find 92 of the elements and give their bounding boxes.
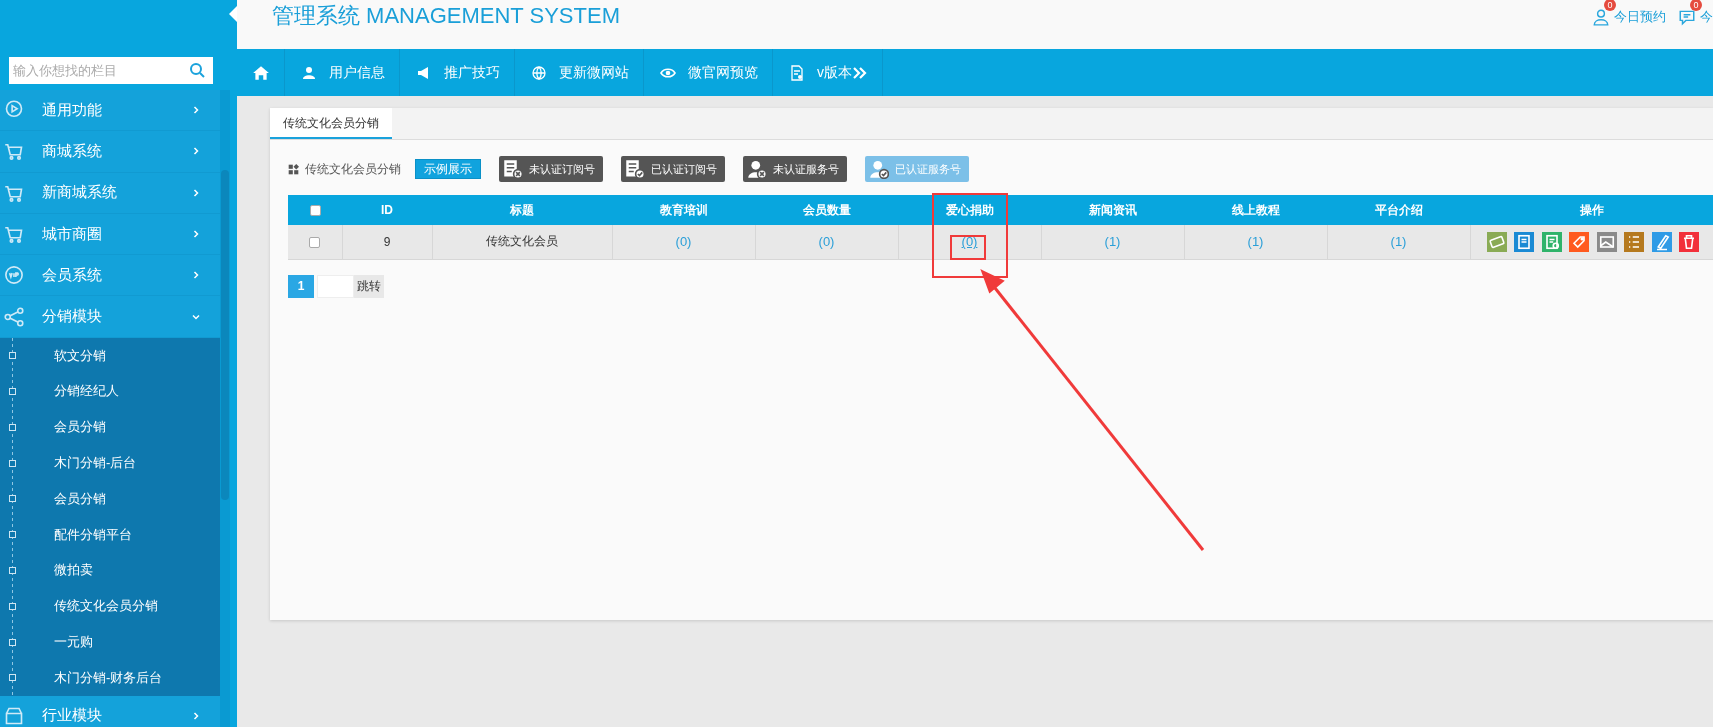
tree-node-icon: [9, 674, 16, 682]
checkbox[interactable]: [309, 205, 321, 217]
vip-icon: [4, 265, 24, 286]
globe-icon: [531, 64, 547, 81]
count-badge: 0: [1690, 0, 1702, 11]
tag-icon[interactable]: [1569, 231, 1589, 252]
tree-node-icon: [9, 423, 16, 431]
submenu-item[interactable]: 配件分销平台: [54, 525, 132, 544]
store-icon: [4, 705, 24, 726]
menu-item[interactable]: 会员系统: [0, 255, 220, 297]
menu-item[interactable]: 通用功能: [0, 90, 220, 132]
page-button[interactable]: 1: [288, 274, 314, 298]
submenu-item[interactable]: 传统文化会员分销: [54, 597, 158, 616]
note-icon[interactable]: [1514, 231, 1534, 252]
count-link[interactable]: (0): [961, 234, 978, 250]
person-cross-icon: [747, 159, 767, 179]
filter-button[interactable]: 未认证服务号: [743, 156, 847, 182]
column-header: 平台介绍: [1327, 195, 1470, 225]
menu-item[interactable]: 新商城系统: [0, 172, 220, 214]
jump-button[interactable]: 跳转: [354, 274, 384, 298]
count-link[interactable]: (1): [1247, 234, 1264, 250]
list-icon[interactable]: [1624, 231, 1644, 252]
nav-button[interactable]: 推广技巧: [400, 49, 515, 96]
tree-node-icon: [9, 352, 16, 360]
person-check-icon: [869, 159, 889, 179]
count-link[interactable]: (1): [1104, 234, 1121, 250]
menu-item[interactable]: 分销模块: [0, 296, 220, 338]
filter-button[interactable]: 已认证服务号: [865, 156, 969, 182]
submenu-item[interactable]: 会员分销: [54, 489, 106, 508]
image-icon[interactable]: [1596, 231, 1617, 252]
trash-icon[interactable]: [1679, 231, 1699, 252]
share-icon: [4, 306, 24, 327]
user-icon: [301, 64, 317, 81]
table-cell: 9: [383, 234, 391, 249]
filter-button[interactable]: 已认证订阅号: [621, 156, 725, 182]
tree-node-icon: [9, 387, 16, 395]
menu-item[interactable]: 商城系统: [0, 131, 220, 173]
sheet-icon[interactable]: [1541, 231, 1562, 252]
table-cell: 传统文化会员: [486, 234, 558, 249]
count-link[interactable]: (1): [1390, 234, 1407, 250]
header-link[interactable]: 今: [1700, 8, 1713, 26]
document-cross-icon: [503, 159, 523, 179]
column-header: 教育培训: [612, 195, 755, 225]
chat-icon[interactable]: [1678, 8, 1696, 26]
column-header: 线上教程: [1184, 195, 1327, 225]
column-header: 标题: [432, 195, 612, 225]
submenu-item[interactable]: 软文分销: [54, 346, 106, 365]
submenu-item[interactable]: 木门分销-财务后台: [54, 668, 163, 687]
menu-item[interactable]: 城市商圈: [0, 213, 220, 256]
grid-icon: [288, 163, 299, 175]
tree-node-icon: [9, 566, 16, 574]
app-title: 管理系统 MANAGEMENT SYSTEM: [272, 2, 620, 30]
count-link[interactable]: (0): [675, 234, 692, 250]
submenu-item[interactable]: 木门分销-后台: [54, 454, 137, 473]
search-field[interactable]: 输入你想找的栏目: [9, 57, 213, 84]
tree-node-icon: [9, 459, 16, 467]
tab[interactable]: 传统文化会员分销: [270, 108, 392, 139]
tree-node-icon: [9, 495, 16, 503]
checkbox[interactable]: [309, 237, 321, 249]
count-link[interactable]: (0): [818, 234, 835, 250]
scrollbar[interactable]: [220, 90, 230, 727]
nav-button[interactable]: 更新微网站: [515, 49, 644, 96]
cart-icon: [4, 224, 24, 245]
pen-icon[interactable]: [1651, 231, 1672, 252]
column-header: 新闻资讯: [1041, 195, 1184, 225]
tree-node-icon: [9, 638, 16, 646]
column-header: ID: [342, 195, 432, 225]
user-icon[interactable]: [1592, 8, 1610, 26]
ticket-icon[interactable]: [1486, 231, 1507, 252]
nav-button[interactable]: 用户信息: [285, 49, 400, 96]
column-header: 爱心捐助: [898, 195, 1041, 225]
search-icon[interactable]: [189, 62, 205, 78]
demo-button[interactable]: 示例展示: [415, 159, 481, 179]
nav-button[interactable]: v版本: [773, 49, 883, 96]
tree-node-icon: [9, 602, 16, 610]
submenu-item[interactable]: 会员分销: [54, 418, 106, 437]
submenu-item[interactable]: 微拍卖: [54, 561, 93, 580]
document-gear-icon: [789, 64, 805, 81]
filter-button[interactable]: 未认证订阅号: [499, 156, 603, 182]
document-check-icon: [625, 159, 645, 179]
count-badge: 0: [1604, 0, 1616, 11]
submenu-item[interactable]: 分销经纪人: [54, 382, 119, 401]
column-header: 会员数量: [755, 195, 898, 225]
cart-icon: [4, 141, 24, 162]
submenu-item[interactable]: 一元购: [54, 633, 93, 652]
header-link[interactable]: 今日预约: [1614, 8, 1666, 26]
column-header: 操作: [1470, 195, 1713, 225]
tree-node-icon: [9, 531, 16, 539]
section-title: 传统文化会员分销: [305, 160, 401, 178]
nav-button[interactable]: 微官网预览: [644, 49, 773, 96]
double-chevron-icon: [852, 64, 868, 81]
menu-item[interactable]: 行业模块: [0, 695, 220, 727]
